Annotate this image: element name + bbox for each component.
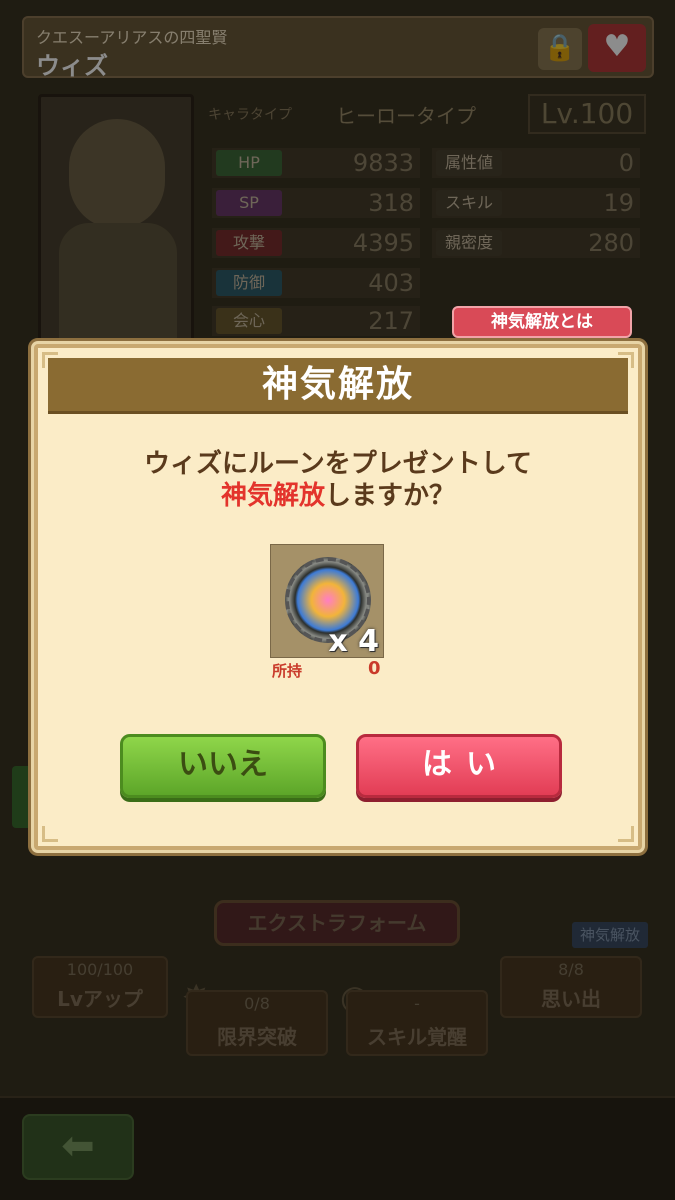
no-button[interactable]: いいえ	[120, 734, 326, 798]
rune-item: x 4	[270, 544, 384, 659]
dialog-message-highlight: 神気解放	[220, 481, 325, 511]
dialog-title: 神気解放	[261, 364, 414, 405]
dialog-message: ウィズにルーンをプレゼントして 神気解放しますか？	[38, 448, 638, 512]
dialog-title-bar: 神気解放	[48, 358, 628, 414]
dialog-message-line2: 神気解放しますか？	[38, 480, 638, 512]
dialog-message-rest: しますか？	[325, 481, 456, 511]
yes-button[interactable]: はい	[356, 734, 562, 798]
dialog-message-line1: ウィズにルーンをプレゼントして	[144, 449, 532, 479]
owned-label: 所持	[272, 662, 303, 680]
rune-quantity: x 4	[328, 624, 379, 659]
dialog-corner-ornament	[618, 826, 634, 842]
owned-value: 0	[368, 658, 381, 679]
divine-release-dialog: 神気解放 ウィズにルーンをプレゼントして 神気解放しますか？ x 4 所持 0 …	[34, 344, 642, 850]
divine-info-button[interactable]: 神気解放とは	[452, 306, 632, 338]
dialog-corner-ornament	[42, 826, 58, 842]
